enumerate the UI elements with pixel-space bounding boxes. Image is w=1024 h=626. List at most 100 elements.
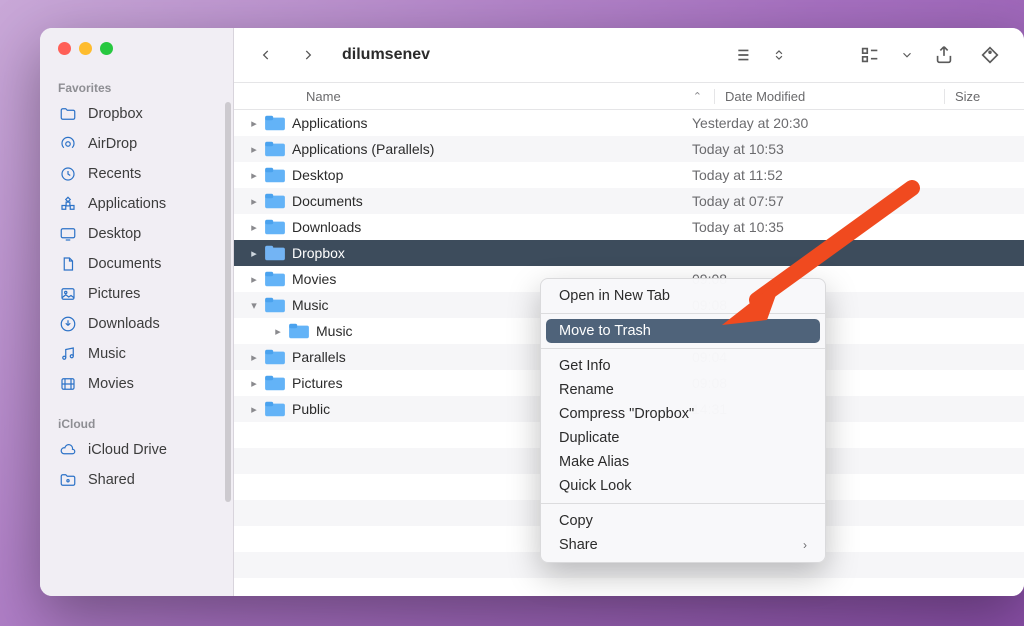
sidebar-item-icloud-drive[interactable]: iCloud Drive [40, 435, 233, 465]
sidebar-item-downloads[interactable]: Downloads [40, 309, 233, 339]
sidebar-item-label: Recents [88, 166, 141, 182]
window-title: dilumsenev [342, 46, 430, 64]
file-row[interactable]: Desktop Today at 11:52 [234, 162, 1024, 188]
column-header-name[interactable]: Name ⌃ [306, 89, 714, 104]
menu-separator [541, 503, 825, 504]
disclosure-triangle[interactable] [244, 195, 264, 208]
menu-item[interactable]: Make Alias [541, 450, 825, 474]
file-date: Today at 11:52 [682, 167, 918, 183]
cloud-icon [58, 440, 78, 460]
menu-separator [541, 348, 825, 349]
file-name: Music [292, 297, 329, 313]
disclosure-triangle[interactable] [244, 351, 264, 364]
apps-icon [58, 194, 78, 214]
folder-icon [58, 104, 78, 124]
disclosure-triangle[interactable] [244, 299, 264, 312]
sidebar-item-label: Music [88, 346, 126, 362]
clock-icon [58, 164, 78, 184]
menu-item[interactable]: Compress "Dropbox" [541, 402, 825, 426]
sidebar-item-label: Applications [88, 196, 166, 212]
chevron-down-icon[interactable] [900, 42, 914, 68]
window-controls [40, 42, 233, 55]
menu-item[interactable]: Quick Look [541, 474, 825, 498]
disclosure-triangle[interactable] [244, 169, 264, 182]
tags-button[interactable] [974, 42, 1006, 68]
download-icon [58, 314, 78, 334]
sidebar-item-movies[interactable]: Movies [40, 369, 233, 399]
sidebar-item-recents[interactable]: Recents [40, 159, 233, 189]
file-name: Downloads [292, 219, 361, 235]
menu-item[interactable]: Duplicate [541, 426, 825, 450]
sidebar-item-documents[interactable]: Documents [40, 249, 233, 279]
menu-item-label: Make Alias [559, 454, 629, 470]
file-name: Applications [292, 115, 368, 131]
disclosure-triangle[interactable] [244, 377, 264, 390]
file-row[interactable]: ApplicationsYesterday at 20:30 [234, 110, 1024, 136]
document-icon [58, 254, 78, 274]
sidebar-item-label: iCloud Drive [88, 442, 167, 458]
view-toggle-icon[interactable] [772, 42, 786, 68]
menu-item[interactable]: Open in New Tab [541, 284, 825, 308]
file-name: Movies [292, 271, 336, 287]
menu-item-label: Rename [559, 382, 614, 398]
sidebar-item-label: Pictures [88, 286, 140, 302]
back-button[interactable] [252, 41, 280, 69]
menu-item-label: Duplicate [559, 430, 619, 446]
group-by-button[interactable] [854, 42, 886, 68]
disclosure-triangle[interactable] [268, 325, 288, 338]
file-name: Pictures [292, 375, 343, 391]
file-date: Today at 10:35 [682, 219, 918, 235]
file-name: Desktop [292, 167, 343, 183]
file-name: Dropbox [292, 245, 345, 261]
menu-item[interactable]: Share› [541, 533, 825, 557]
sidebar-item-dropbox[interactable]: Dropbox [40, 99, 233, 129]
sidebar-item-desktop[interactable]: Desktop [40, 219, 233, 249]
menu-item-label: Quick Look [559, 478, 632, 494]
file-row[interactable]: Applications (Parallels)Today at 10:53 [234, 136, 1024, 162]
sidebar: Favorites Dropbox AirDrop Recents Applic… [40, 28, 234, 596]
file-row[interactable]: Dropbox [234, 240, 1024, 266]
menu-item-label: Move to Trash [559, 323, 651, 339]
menu-item[interactable]: Rename [541, 378, 825, 402]
desktop-icon [58, 224, 78, 244]
menu-item-label: Compress "Dropbox" [559, 406, 694, 422]
menu-item[interactable]: Get Info [541, 354, 825, 378]
pictures-icon [58, 284, 78, 304]
disclosure-triangle[interactable] [244, 143, 264, 156]
menu-item-label: Open in New Tab [559, 288, 670, 304]
sidebar-item-airdrop[interactable]: AirDrop [40, 129, 233, 159]
column-header-date[interactable]: Date Modified [714, 89, 944, 104]
sidebar-item-applications[interactable]: Applications [40, 189, 233, 219]
view-list-button[interactable] [726, 42, 758, 68]
movies-icon [58, 374, 78, 394]
disclosure-triangle[interactable] [244, 403, 264, 416]
fullscreen-window-button[interactable] [100, 42, 113, 55]
sidebar-item-label: Movies [88, 376, 134, 392]
close-window-button[interactable] [58, 42, 71, 55]
forward-button[interactable] [294, 41, 322, 69]
sidebar-item-label: AirDrop [88, 136, 137, 152]
menu-item[interactable]: Move to Trash [546, 319, 820, 343]
column-header-row: Name ⌃ Date Modified Size [234, 82, 1024, 110]
sidebar-item-label: Documents [88, 256, 161, 272]
sidebar-item-pictures[interactable]: Pictures [40, 279, 233, 309]
disclosure-triangle[interactable] [244, 273, 264, 286]
sidebar-item-music[interactable]: Music [40, 339, 233, 369]
disclosure-triangle[interactable] [244, 221, 264, 234]
file-row[interactable]: Documents Today at 07:57 [234, 188, 1024, 214]
sidebar-item-label: Shared [88, 472, 135, 488]
file-date: Today at 07:57 [682, 193, 918, 209]
minimize-window-button[interactable] [79, 42, 92, 55]
menu-item[interactable]: Copy [541, 509, 825, 533]
chevron-right-icon: › [803, 538, 807, 552]
share-button[interactable] [928, 42, 960, 68]
sidebar-scrollbar[interactable] [225, 102, 231, 502]
disclosure-triangle[interactable] [244, 247, 264, 260]
sidebar-item-shared[interactable]: Shared [40, 465, 233, 495]
column-header-size[interactable]: Size [944, 89, 1024, 104]
disclosure-triangle[interactable] [244, 117, 264, 130]
file-row[interactable]: Downloads Today at 10:35 [234, 214, 1024, 240]
file-name: Documents [292, 193, 363, 209]
sidebar-section-icloud: iCloud [40, 411, 233, 435]
sidebar-item-label: Dropbox [88, 106, 143, 122]
